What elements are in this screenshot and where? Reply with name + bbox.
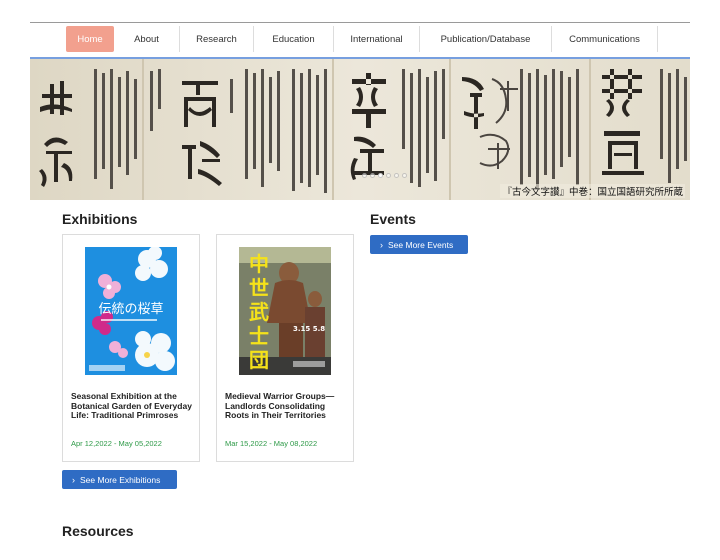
nav-item-home[interactable]: Home <box>66 26 114 52</box>
nav-item-publication-database[interactable]: Publication/Database <box>420 26 552 52</box>
slider-dot[interactable] <box>362 173 367 178</box>
events-heading: Events <box>370 211 416 227</box>
exhibition-poster: 伝統の桜草 <box>85 247 177 375</box>
nav-item-education[interactable]: Education <box>254 26 334 52</box>
poster-title-char: 世 <box>249 276 269 300</box>
see-more-exhibitions-label: See More Exhibitions <box>80 474 161 485</box>
hero-scroll-image <box>30 59 690 200</box>
poster-title-char: 士 <box>249 324 269 348</box>
slider-dot[interactable] <box>386 173 391 178</box>
poster-title-text: 伝統の桜草 <box>98 302 163 317</box>
slider-dot-active[interactable] <box>378 173 383 178</box>
slider-dots <box>362 173 407 178</box>
exhibition-date: Mar 15,2022 - May 08,2022 <box>225 439 318 448</box>
hero-banner[interactable]: 『古今文字讃』中巻：国立国語研究所所蔵 <box>30 59 690 200</box>
nav-item-research[interactable]: Research <box>180 26 254 52</box>
nav-item-label: Research <box>196 33 237 45</box>
poster-title-char: 中 <box>249 252 269 276</box>
exhibitions-heading: Exhibitions <box>62 211 138 227</box>
slider-dot[interactable] <box>394 173 399 178</box>
primrose-poster-image: 伝統の桜草 <box>85 247 177 375</box>
poster-title-char: 武 <box>249 300 269 324</box>
nav-item-label: Home <box>77 33 103 45</box>
exhibition-title: Medieval Warrior Groups—Landlords Consol… <box>225 391 335 420</box>
hero-caption: 『古今文字讃』中巻：国立国語研究所所蔵 <box>500 184 685 198</box>
exhibition-card[interactable]: 伝統の桜草 Seasonal Exhibition at the Botanic… <box>62 234 200 462</box>
resources-heading: Resources <box>62 523 134 539</box>
nav-item-international[interactable]: International <box>334 26 420 52</box>
nav-item-label: Education <box>272 33 315 45</box>
nav-item-communications[interactable]: Communications <box>552 26 658 52</box>
slider-dot[interactable] <box>402 173 407 178</box>
nav-item-about[interactable]: About <box>114 26 180 52</box>
nav-item-label: Communications <box>569 33 640 45</box>
chevron-right-icon: › <box>72 474 75 485</box>
exhibition-date: Apr 12,2022 - May 05,2022 <box>71 439 162 448</box>
exhibition-poster: 中 世 武 士 団 3.15 5.8 <box>239 247 331 375</box>
poster-dates: 3.15 5.8 <box>293 325 325 333</box>
warrior-poster-image: 中 世 武 士 団 3.15 5.8 <box>239 247 331 375</box>
see-more-events-label: See More Events <box>388 239 454 250</box>
top-divider <box>30 22 690 23</box>
see-more-events-button[interactable]: › See More Events <box>370 235 468 254</box>
poster-title-char: 団 <box>249 348 269 372</box>
exhibition-card[interactable]: 中 世 武 士 団 3.15 5.8 Medieval Warrior Grou… <box>216 234 354 462</box>
nav-item-label: About <box>134 33 159 45</box>
nav-item-label: International <box>350 33 403 45</box>
see-more-exhibitions-button[interactable]: › See More Exhibitions <box>62 470 177 489</box>
main-nav: Home About Research Education Internatio… <box>58 26 658 52</box>
exhibition-title: Seasonal Exhibition at the Botanical Gar… <box>71 391 192 420</box>
chevron-right-icon: › <box>380 239 383 250</box>
nav-item-label: Publication/Database <box>440 33 531 45</box>
slider-dot[interactable] <box>370 173 375 178</box>
